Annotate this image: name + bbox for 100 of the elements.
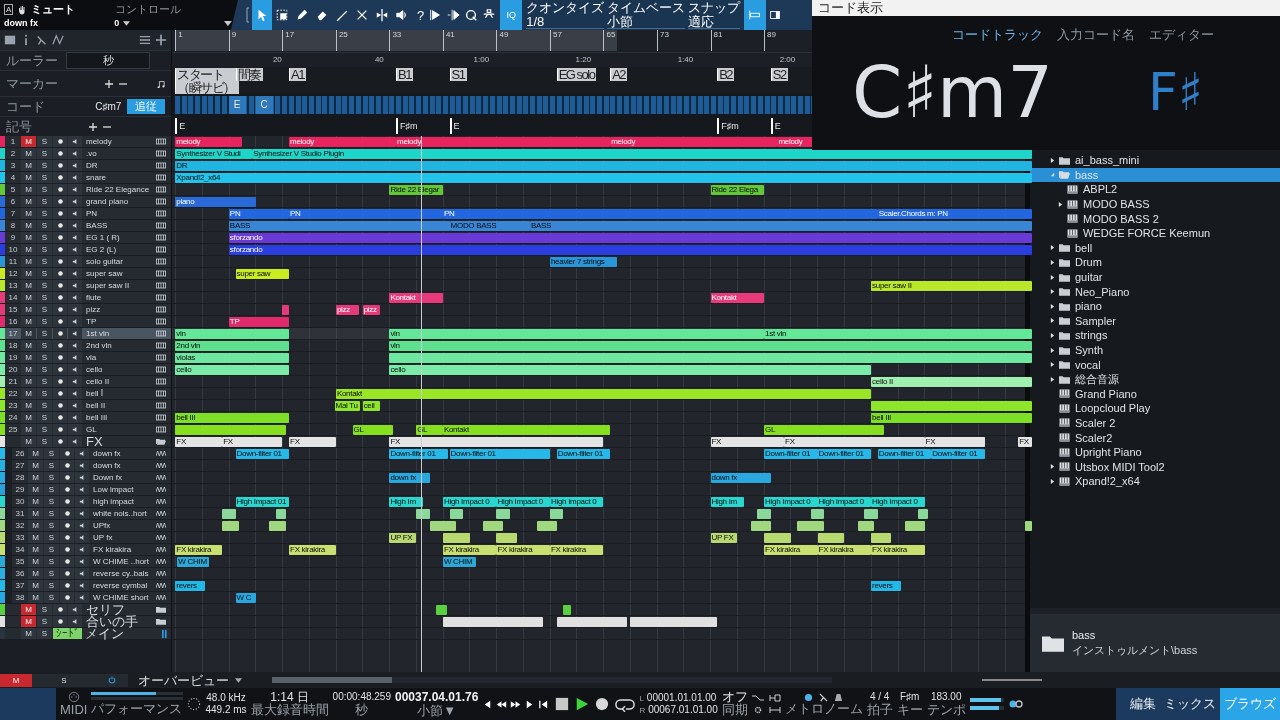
- track-header[interactable]: 2 M S .vo: [0, 148, 172, 160]
- solo-button[interactable]: S: [44, 580, 59, 591]
- tab[interactable]: エディター: [1149, 26, 1214, 42]
- track-header[interactable]: 31 M S white nois..hort: [0, 508, 172, 520]
- waveform-icon[interactable]: [156, 510, 167, 517]
- keyboard-icon[interactable]: [156, 426, 167, 433]
- solo-button[interactable]: S: [37, 268, 52, 279]
- curve-icon[interactable]: [52, 34, 64, 46]
- quantize-dropdown[interactable]: 適応: [688, 15, 741, 29]
- clip[interactable]: High Impact 0: [442, 497, 497, 507]
- keyboard-icon[interactable]: [156, 390, 167, 397]
- clip[interactable]: FX: [710, 437, 785, 447]
- solo-button[interactable]: S: [37, 628, 52, 639]
- clip[interactable]: High Impact 0: [496, 497, 550, 507]
- control-value[interactable]: 0: [114, 18, 120, 28]
- track-header[interactable]: 29 M S Low impact: [0, 484, 172, 496]
- track-header[interactable]: 15 M S pizz: [0, 304, 172, 316]
- track-header[interactable]: M S FX: [0, 436, 172, 448]
- mute-button[interactable]: M: [28, 592, 43, 603]
- clip[interactable]: [630, 617, 718, 627]
- key-change[interactable]: E: [770, 118, 781, 135]
- clip[interactable]: Ride 22 Elega: [710, 185, 765, 195]
- clip[interactable]: FX kirakira: [871, 545, 925, 555]
- quantize-dropdown[interactable]: 1/8: [526, 15, 605, 29]
- solo-button[interactable]: S: [37, 220, 52, 231]
- clip[interactable]: [416, 509, 430, 519]
- track-header[interactable]: 8 M S BASS: [0, 220, 172, 232]
- solo-button[interactable]: S: [37, 616, 52, 627]
- waveform-icon[interactable]: [156, 462, 167, 469]
- solo-button[interactable]: S: [37, 256, 52, 267]
- mute-button[interactable]: M: [21, 352, 36, 363]
- expand-arrow-icon[interactable]: [1050, 347, 1055, 353]
- clip[interactable]: PN: [442, 209, 878, 219]
- wrench-icon[interactable]: [36, 34, 48, 46]
- mute-button[interactable]: M: [21, 232, 36, 243]
- caret-icon[interactable]: [123, 20, 131, 26]
- mute-button[interactable]: M: [21, 220, 36, 231]
- view-tab[interactable]: ミックス: [1160, 688, 1220, 720]
- clip[interactable]: High Im: [710, 497, 744, 507]
- solo-button[interactable]: S: [44, 484, 59, 495]
- clip[interactable]: High Impact 0: [549, 497, 604, 507]
- mute-button[interactable]: M: [28, 532, 43, 543]
- solo-button[interactable]: S: [44, 448, 59, 459]
- track-header[interactable]: 14 M S flute: [0, 292, 172, 304]
- clip[interactable]: FX kirakira: [175, 545, 223, 555]
- track-header[interactable]: 13 M S super saw II: [0, 280, 172, 292]
- solo-button[interactable]: S: [44, 592, 59, 603]
- keyboard-icon[interactable]: [156, 210, 167, 217]
- mute-button[interactable]: M: [21, 160, 36, 171]
- clip[interactable]: [429, 521, 457, 531]
- clip[interactable]: [483, 521, 504, 531]
- clip[interactable]: Down-filter 01: [449, 449, 550, 459]
- add-icon[interactable]: [155, 34, 168, 46]
- track-header[interactable]: 26 M S down fx: [0, 448, 172, 460]
- solo-button[interactable]: S: [37, 388, 52, 399]
- clip[interactable]: melody: [396, 137, 611, 147]
- clip[interactable]: High Impact 0: [817, 497, 872, 507]
- clip[interactable]: [871, 533, 892, 543]
- clip[interactable]: [1024, 521, 1032, 531]
- key-value[interactable]: F♯m: [899, 691, 920, 703]
- square-icon[interactable]: [4, 34, 16, 46]
- loop-start[interactable]: 00001.01.01.00: [646, 692, 717, 704]
- clip[interactable]: down fx: [710, 473, 771, 483]
- clip[interactable]: heavier 7 strings: [549, 257, 617, 267]
- mute-button[interactable]: M: [21, 244, 36, 255]
- waveform-icon[interactable]: [156, 522, 167, 529]
- waveform-icon[interactable]: [156, 558, 167, 565]
- solo-button[interactable]: S: [37, 148, 52, 159]
- clip[interactable]: cello: [175, 365, 290, 375]
- track-header[interactable]: M S セリフ: [0, 604, 172, 616]
- expand-arrow-icon[interactable]: [1050, 245, 1055, 251]
- clip[interactable]: [864, 509, 878, 519]
- clip[interactable]: [269, 521, 286, 531]
- pin-icon[interactable]: [768, 694, 781, 702]
- clip[interactable]: High Impact 0: [764, 497, 818, 507]
- clip[interactable]: Scaler.Chords m: PN: [877, 209, 1032, 219]
- waveform-icon[interactable]: [156, 594, 167, 601]
- snap-toggle-button[interactable]: [744, 0, 767, 30]
- tempo-value[interactable]: 183.00: [930, 691, 962, 703]
- position-format-dropdown[interactable]: 小節▼: [417, 704, 457, 718]
- clip[interactable]: melody: [289, 137, 397, 147]
- track-header[interactable]: M S ｼｰﾄﾞ メイン: [0, 628, 172, 640]
- wrench-icon[interactable]: [819, 692, 829, 702]
- mute-button[interactable]: M: [21, 328, 36, 339]
- mute-button[interactable]: M: [21, 280, 36, 291]
- expand-arrow-icon[interactable]: [1050, 464, 1055, 470]
- clip[interactable]: [904, 521, 925, 531]
- mute-button[interactable]: M: [21, 376, 36, 387]
- marker-flag[interactable]: A2: [610, 67, 628, 81]
- track-header[interactable]: M S 合いの手: [0, 616, 172, 628]
- clip[interactable]: FX: [175, 437, 223, 447]
- clip[interactable]: Xpand!2_x64: [175, 173, 1032, 183]
- marker-flag[interactable]: A1: [289, 67, 306, 81]
- key-change[interactable]: E: [449, 118, 460, 135]
- mute-button[interactable]: M: [28, 556, 43, 567]
- mute-button[interactable]: M: [21, 208, 36, 219]
- mute-button[interactable]: M: [21, 400, 36, 411]
- marker-flag[interactable]: EG solo: [556, 67, 597, 81]
- track-header[interactable]: 28 M S Down fx: [0, 472, 172, 484]
- clip[interactable]: Kontakt: [335, 389, 872, 399]
